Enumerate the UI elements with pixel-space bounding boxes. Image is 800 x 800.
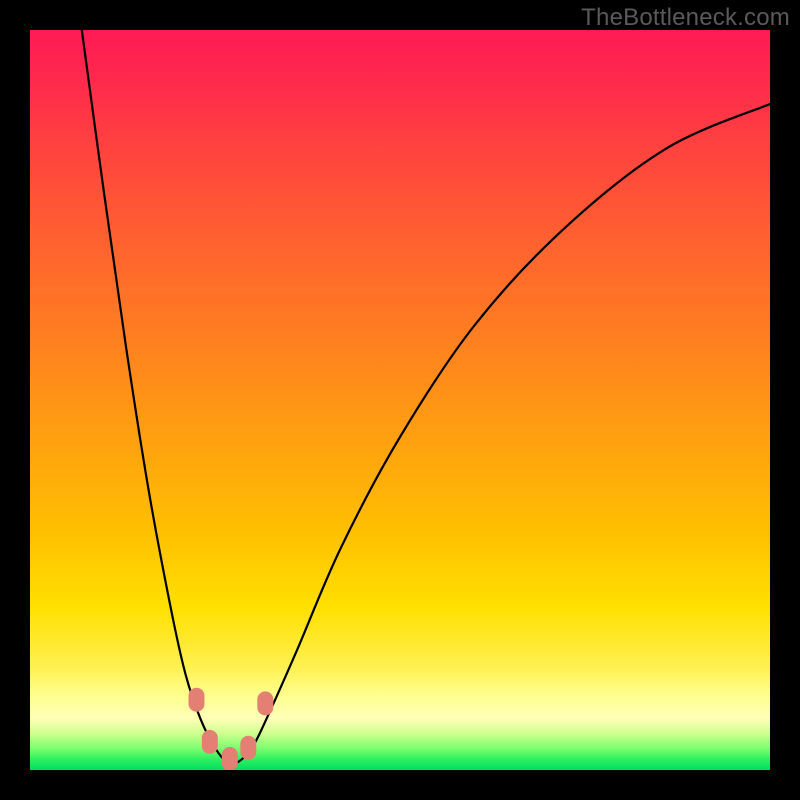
curve-marker [240, 736, 256, 760]
chart-plot-area [30, 30, 770, 770]
curve-marker [257, 691, 273, 715]
curve-marker [202, 730, 218, 754]
chart-svg [30, 30, 770, 770]
curve-marker [189, 688, 205, 712]
curve-marker [222, 747, 238, 770]
watermark-text: TheBottleneck.com [581, 4, 790, 32]
bottleneck-curve [82, 30, 770, 764]
chart-frame: TheBottleneck.com [0, 0, 800, 800]
curve-markers [189, 688, 274, 770]
